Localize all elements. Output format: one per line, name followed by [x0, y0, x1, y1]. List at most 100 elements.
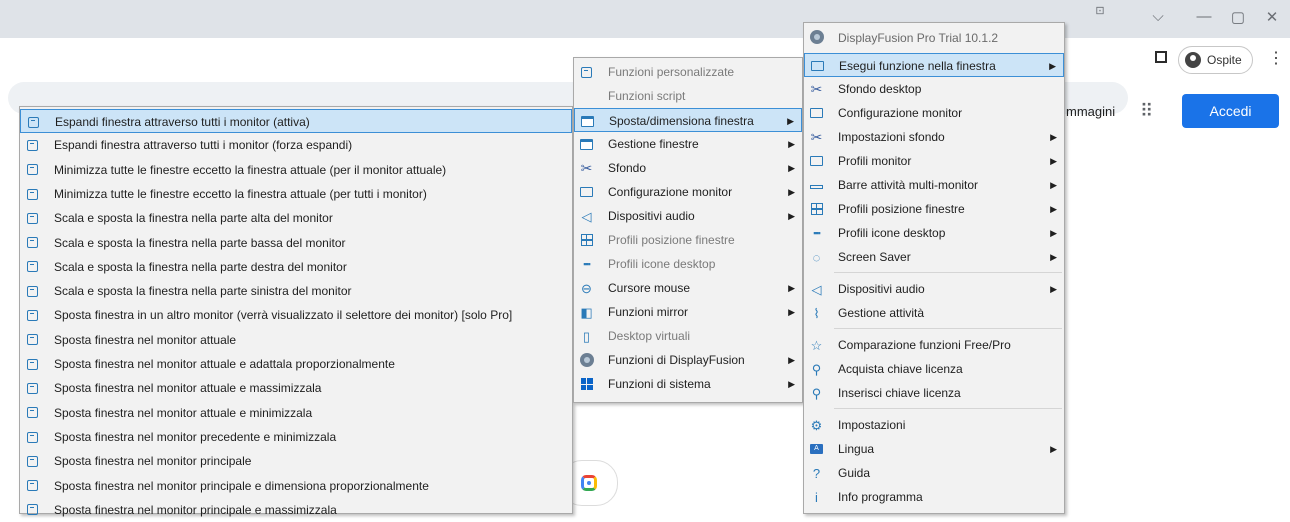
submenu-arrow-icon: ▶ — [788, 283, 795, 293]
window-functions-menu-item[interactable]: Configurazione monitor ▶ — [574, 180, 802, 204]
mouse-icon: ⊖ — [581, 280, 592, 296]
function-box-icon — [25, 162, 40, 177]
submenu-arrow-icon: ▶ — [787, 116, 794, 126]
window-functions-menu-item[interactable]: ✂ Sfondo ▶ — [574, 156, 802, 180]
window-functions-menu-item-label: Profili posizione finestre — [608, 233, 735, 247]
move-resize-menu-item[interactable]: Espandi finestra attraverso tutti i moni… — [20, 109, 572, 134]
move-resize-menu-item[interactable]: Scala e sposta la finestra nella parte d… — [20, 255, 572, 279]
move-resize-menu-item-label: Minimizza tutte le finestre eccetto la f… — [54, 162, 447, 177]
lens-icon — [581, 475, 597, 491]
window-functions-menu-item[interactable]: ◧ Funzioni mirror ▶ — [574, 300, 802, 324]
move-resize-menu-item[interactable]: Sposta finestra nel monitor principale e… — [20, 474, 572, 498]
main-menu-item[interactable]: Configurazione monitor — [804, 101, 1064, 125]
move-resize-menu-item-label: Sposta finestra nel monitor attuale e ma… — [54, 381, 322, 396]
profile-label: Ospite — [1207, 53, 1242, 67]
move-resize-menu-item[interactable]: Sposta finestra nel monitor attuale e ma… — [20, 376, 572, 400]
monitor-icon — [579, 185, 594, 200]
main-menu-item-label: Acquista chiave licenza — [838, 362, 963, 376]
main-menu-item-label: Sfondo desktop — [838, 82, 922, 96]
main-menu-item[interactable]: ⚙ Impostazioni — [804, 413, 1064, 437]
move-resize-menu-item-label: Sposta finestra nel monitor precedente e… — [54, 429, 337, 444]
move-resize-menu-item[interactable]: Sposta finestra nel monitor precedente e… — [20, 425, 572, 449]
menu-separator — [834, 328, 1062, 329]
main-menu-item[interactable]: A Lingua ▶ — [804, 437, 1064, 461]
main-menu-item[interactable]: ⚲ Inserisci chiave licenza — [804, 381, 1064, 405]
submenu-arrow-icon: ▶ — [1050, 252, 1057, 262]
main-menu-item[interactable]: Barre attività multi-monitor ▶ — [804, 173, 1064, 197]
main-menu-item[interactable]: ▪▪▪ Profili icone desktop ▶ — [804, 221, 1064, 245]
virtual-desktop-icon: ▯ — [582, 328, 591, 344]
desktop-icons-icon: ▪▪▪ — [583, 258, 591, 269]
move-resize-menu-item[interactable]: Scala e sposta la finestra nella parte a… — [20, 206, 572, 230]
window-functions-menu-item[interactable]: Funzioni personalizzate — [574, 60, 802, 84]
move-resize-menu-item-label: Sposta finestra nel monitor principale e… — [54, 478, 429, 493]
window-functions-menu-item-label: Funzioni mirror — [608, 305, 689, 319]
monitor-icon — [809, 154, 824, 169]
side-panel-icon[interactable] — [1155, 51, 1167, 63]
move-resize-menu-item[interactable]: Sposta finestra nel monitor principale — [20, 449, 572, 473]
move-resize-menu-item[interactable]: Sposta finestra nel monitor attuale — [20, 328, 572, 352]
speaker-icon: ◁ — [581, 208, 592, 224]
main-menu-item[interactable]: i Info programma — [804, 485, 1064, 509]
move-resize-menu-item[interactable]: Sposta finestra nel monitor attuale e mi… — [20, 401, 572, 425]
move-resize-menu-item[interactable]: Sposta finestra nel monitor attuale e ad… — [20, 352, 572, 376]
main-menu-item[interactable]: Profili posizione finestre ▶ — [804, 197, 1064, 221]
window-functions-menu-item-label: Sfondo — [608, 161, 647, 175]
function-box-icon — [25, 502, 40, 517]
function-box-icon — [25, 138, 40, 153]
window-functions-menu-item[interactable]: Funzioni script — [574, 84, 802, 108]
window-functions-menu-item[interactable]: Sposta/dimensiona finestra ▶ — [574, 108, 802, 132]
move-resize-menu-item[interactable]: Espandi finestra attraverso tutti i moni… — [20, 133, 572, 157]
wallpaper-tools-icon: ✂ — [810, 80, 823, 97]
submenu-arrow-icon: ▶ — [788, 355, 795, 365]
minimize-button[interactable]: — — [1194, 8, 1214, 25]
main-menu-item[interactable]: Esegui funzione nella finestra ▶ — [804, 53, 1064, 77]
main-menu-item-label: Profili icone desktop — [838, 226, 946, 240]
main-menu-item[interactable]: ◁ Dispositivi audio ▶ — [804, 277, 1064, 301]
mirror-icon: ◧ — [580, 304, 593, 320]
close-button[interactable]: ✕ — [1262, 8, 1282, 26]
main-menu-item[interactable]: ✂ Sfondo desktop — [804, 77, 1064, 101]
submenu-arrow-icon: ▶ — [1050, 180, 1057, 190]
move-resize-menu-item[interactable]: Minimizza tutte le finestre eccetto la f… — [20, 182, 572, 206]
window-functions-menu-item[interactable]: Gestione finestre ▶ — [574, 132, 802, 156]
main-menu-item-label: Profili monitor — [838, 154, 912, 168]
move-resize-menu-item[interactable]: Sposta finestra in un altro monitor (ver… — [20, 303, 572, 327]
profile-button[interactable]: Ospite — [1178, 46, 1253, 74]
function-box-icon — [25, 332, 40, 347]
key-icon: ⚲ — [811, 385, 822, 401]
window-functions-menu-item-label: Sposta/dimensiona finestra — [609, 114, 754, 128]
move-resize-menu-item[interactable]: Sposta finestra nel monitor principale e… — [20, 498, 572, 522]
windows-logo-icon — [579, 377, 594, 392]
apps-grid-icon[interactable]: ⠿ — [1140, 101, 1153, 122]
window-functions-menu-item[interactable]: Profili posizione finestre — [574, 228, 802, 252]
maximize-button[interactable]: ▢ — [1228, 8, 1248, 26]
main-menu-item[interactable]: ✂ Impostazioni sfondo ▶ — [804, 125, 1064, 149]
move-resize-menu-item[interactable]: Minimizza tutte le finestre eccetto la f… — [20, 158, 572, 182]
function-box-icon — [579, 65, 594, 80]
window-functions-menu-item[interactable]: Funzioni di sistema ▶ — [574, 372, 802, 396]
main-menu-item[interactable]: ? Guida — [804, 461, 1064, 485]
window-functions-menu-item[interactable]: ▪▪▪ Profili icone desktop — [574, 252, 802, 276]
monitor-icon — [809, 106, 824, 121]
browser-titlebar: ⊡ ⌵ — ▢ ✕ — [0, 0, 1290, 38]
window-functions-menu-item[interactable]: ▯ Desktop virtuali — [574, 324, 802, 348]
images-link[interactable]: mmagini — [1066, 104, 1115, 119]
main-menu-item[interactable]: ◌ Screen Saver ▶ — [804, 245, 1064, 269]
window-functions-menu-item[interactable]: Funzioni di DisplayFusion ▶ — [574, 348, 802, 372]
window-functions-menu-item[interactable]: ⊖ Cursore mouse ▶ — [574, 276, 802, 300]
main-menu-item[interactable]: ⚲ Acquista chiave licenza — [804, 357, 1064, 381]
main-menu-item[interactable]: ⌇ Gestione attività — [804, 301, 1064, 325]
main-menu-item[interactable]: ☆ Comparazione funzioni Free/Pro — [804, 333, 1064, 357]
submenu-arrow-icon: ▶ — [788, 211, 795, 221]
main-menu-item[interactable]: Profili monitor ▶ — [804, 149, 1064, 173]
signin-button[interactable]: Accedi — [1182, 94, 1279, 128]
move-resize-menu-item[interactable]: Scala e sposta la finestra nella parte b… — [20, 231, 572, 255]
browser-menu-icon[interactable]: ⋮ — [1268, 48, 1284, 70]
move-resize-menu-item-label: Sposta finestra nel monitor attuale e ad… — [54, 357, 395, 371]
window-functions-menu-item[interactable]: ◁ Dispositivi audio ▶ — [574, 204, 802, 228]
move-resize-menu-item[interactable]: Scala e sposta la finestra nella parte s… — [20, 279, 572, 303]
menu-separator — [834, 272, 1062, 273]
tab-search-chevron-icon[interactable]: ⌵ — [1148, 8, 1168, 25]
main-menu-item-label: Guida — [838, 466, 871, 480]
